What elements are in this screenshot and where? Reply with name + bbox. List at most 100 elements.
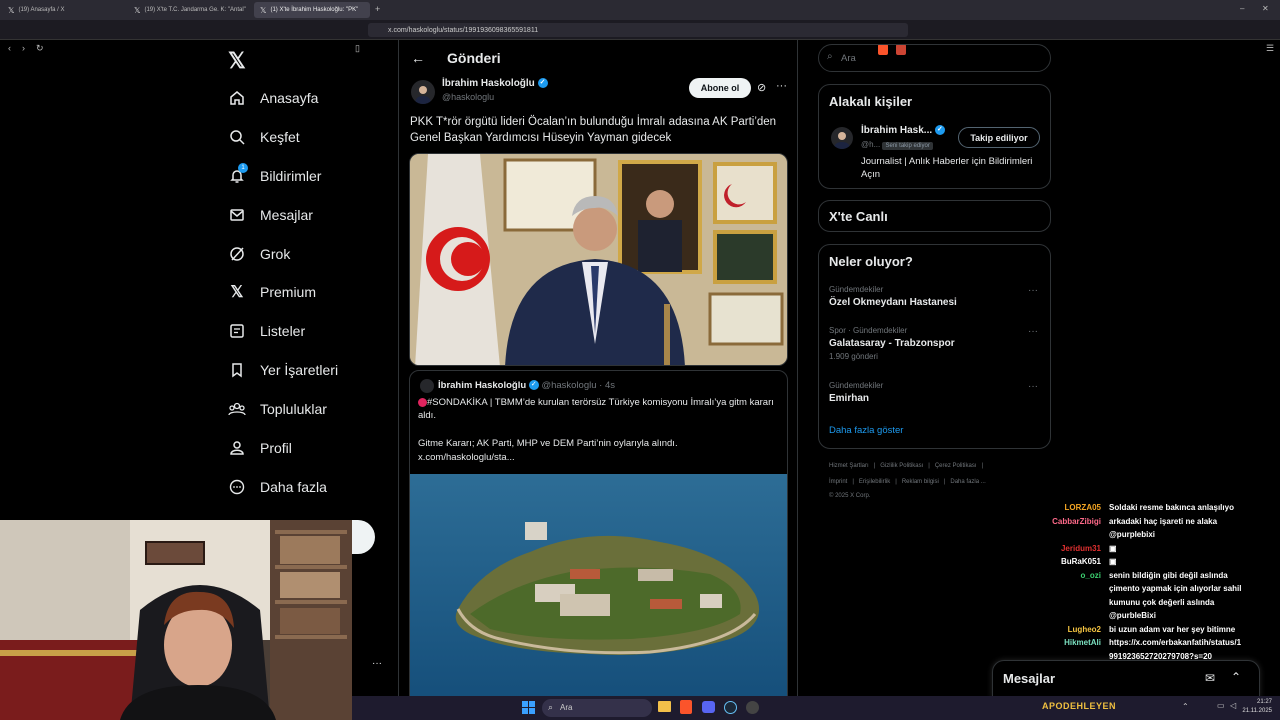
post-image[interactable] [409, 153, 788, 366]
quoted-post[interactable]: İbrahim Haskoloğlu ✓ @haskologlu · 4s #S… [409, 370, 788, 720]
nav-item-grok[interactable]: Grok [228, 240, 290, 268]
expand-icon[interactable]: ⌃ [1231, 670, 1241, 684]
windows-start-icon[interactable] [522, 701, 535, 714]
author-handle[interactable]: @haskologlu [442, 92, 494, 102]
close-window-icon[interactable]: ✕ [1262, 4, 1269, 13]
discord-icon[interactable] [702, 701, 715, 713]
nav-item-communities[interactable]: Topluluklar [228, 395, 327, 423]
live-panel[interactable]: X'te Canlı [818, 200, 1051, 232]
chat-username[interactable]: BuRaK051 [1000, 557, 1105, 567]
quote-image[interactable] [410, 474, 787, 719]
trend-more-icon[interactable]: ··· [1028, 381, 1038, 392]
trend-item[interactable]: Gündemdekiler Emirhan [829, 381, 1039, 404]
new-tab-icon[interactable]: + [375, 4, 380, 14]
back-icon[interactable]: ‹ [8, 43, 11, 53]
network-icon[interactable]: ▭ [1217, 701, 1225, 710]
browser-tab[interactable]: 𝕏 (19) Anasayfa / X [2, 2, 128, 18]
chat-text: ▣ [1109, 557, 1117, 566]
minimize-icon[interactable]: – [1240, 4, 1244, 13]
obs-icon[interactable] [746, 701, 759, 714]
subscribe-button[interactable]: Abone ol [689, 78, 751, 98]
quote-link[interactable]: x.com/haskologlu/sta... [418, 451, 515, 464]
search-icon [228, 128, 246, 146]
search-placeholder[interactable]: Ara [841, 53, 856, 64]
footer-link[interactable]: İmprint [829, 479, 847, 485]
related-handle[interactable]: @h... [861, 140, 880, 149]
steam-icon[interactable] [724, 701, 737, 714]
nav-item-premium[interactable]: 𝕏 Premium [228, 278, 316, 306]
quote-avatar[interactable] [420, 379, 434, 393]
trend-more-icon[interactable]: ··· [1028, 285, 1038, 296]
nav-item-profile[interactable]: Profil [228, 434, 292, 462]
trend-name: Özel Okmeydanı Hastanesi [829, 297, 957, 308]
chat-username[interactable]: CabbarZibigi [1000, 517, 1105, 527]
trend-category: Gündemdekiler [829, 381, 884, 390]
footer-link[interactable]: Daha fazla ... [950, 479, 985, 485]
avatar[interactable] [831, 127, 853, 149]
nav-label: Mesajlar [260, 207, 313, 223]
nav-item-bookmarks[interactable]: Yer İşaretleri [228, 356, 338, 384]
tray-chevron-icon[interactable]: ⌃ [1182, 702, 1189, 711]
more-circle-icon [228, 478, 246, 496]
browser-tab[interactable]: 𝕏 (19) X'te T.C. Jandarma Ge. K: "Antal" [128, 2, 254, 18]
footer-row-1: Hizmet Şartları | Gizlilik Politikası | … [829, 463, 1049, 469]
nav-item-explore[interactable]: Keşfet [228, 123, 300, 151]
messages-drawer[interactable]: Mesajlar ✉ ⌃ [992, 660, 1260, 698]
footer-link[interactable]: Hizmet Şartları [829, 463, 869, 469]
following-button[interactable]: Takip ediliyor [958, 127, 1040, 148]
trend-item[interactable]: Spor · Gündemdekiler Galatasaray - Trabz… [829, 326, 1039, 361]
nav-label: Grok [260, 246, 291, 262]
nav-label: Listeler [260, 323, 306, 339]
forward-icon[interactable]: › [22, 43, 25, 53]
x-logo-icon[interactable]: 𝕏 [228, 48, 246, 74]
footer-link[interactable]: Gizlilik Politikası [880, 463, 923, 469]
quote-time[interactable]: · 4s [599, 380, 615, 391]
chat-username[interactable]: o_ozi [1000, 571, 1105, 581]
footer-link[interactable]: Erişilebilirlik [859, 479, 890, 485]
footer-sep: | [852, 479, 854, 485]
notification-badge: 1 [238, 163, 248, 173]
new-message-icon[interactable]: ✉ [1205, 671, 1215, 685]
mail-icon [228, 206, 246, 224]
reload-icon[interactable]: ↻ [36, 43, 44, 54]
menu-icon[interactable]: ☰ [1266, 43, 1274, 54]
taskbar-search[interactable]: ⌕ Ara [542, 699, 652, 717]
quote-author-handle[interactable]: @haskologlu [541, 380, 596, 391]
related-name-row[interactable]: İbrahim Hask... ✓ [861, 125, 945, 136]
nav-item-lists[interactable]: Listeler [228, 317, 305, 345]
avatar[interactable] [411, 80, 435, 104]
url-field[interactable]: x.com/haskologlu/status/1991936098365591… [368, 23, 908, 37]
chat-username[interactable]: Lugheo2 [1000, 625, 1105, 635]
trend-item[interactable]: Gündemdekiler Özel Okmeydanı Hastanesi [829, 285, 1039, 308]
author-name-row[interactable]: İbrahim Haskoloğlu ✓ [442, 78, 548, 89]
taskbar-date[interactable]: 21.11.2025 [1236, 708, 1272, 714]
account-more-icon[interactable]: ··· [372, 658, 382, 669]
taskbar-time[interactable]: 21:27 [1240, 699, 1272, 705]
back-arrow-icon[interactable]: ← [411, 50, 425, 66]
trend-more-icon[interactable]: ··· [1028, 326, 1038, 337]
author-name[interactable]: İbrahim Haskoloğlu [442, 78, 535, 89]
grok-icon[interactable]: ⊘ [757, 81, 766, 94]
file-explorer-icon[interactable] [658, 701, 671, 712]
quote-author-name[interactable]: İbrahim Haskoloğlu [438, 380, 526, 391]
footer-row-2: İmprint | Erişilebilirlik | Reklam bilgi… [829, 479, 1049, 485]
show-more-link[interactable]: Daha fazla göster [829, 425, 903, 436]
chat-text: kumunu çok değerli aslında [1109, 597, 1215, 607]
footer-link[interactable]: Çerez Politikası [935, 463, 977, 469]
search-box[interactable]: ⌕ Ara [818, 44, 1051, 72]
nav-item-notifications[interactable]: 1 Bildirimler [228, 162, 321, 190]
bookmark-page-icon[interactable]: ▯ [355, 43, 360, 54]
chat-message: Jeridum31 ▣ [1000, 544, 1280, 554]
chat-message: LORZA05 Soldaki resme bakınca anlaşılıyo [1000, 503, 1280, 513]
related-name[interactable]: İbrahim Hask... [861, 125, 932, 136]
nav-item-messages[interactable]: Mesajlar [228, 201, 313, 229]
nav-item-home[interactable]: Anasayfa [228, 84, 318, 112]
chat-username[interactable]: LORZA05 [1000, 503, 1105, 513]
chat-username[interactable]: Jeridum31 [1000, 544, 1105, 554]
brave-browser-icon[interactable] [680, 700, 692, 714]
footer-link[interactable]: Reklam bilgisi [902, 479, 939, 485]
chat-username[interactable]: HikmetAli [1000, 638, 1105, 648]
more-options-icon[interactable]: ··· [776, 80, 787, 92]
nav-item-more[interactable]: Daha fazla [228, 473, 327, 501]
browser-tab-active[interactable]: 𝕏 (1) X'te İbrahim Haskoloğlu: "PK" [254, 2, 370, 18]
